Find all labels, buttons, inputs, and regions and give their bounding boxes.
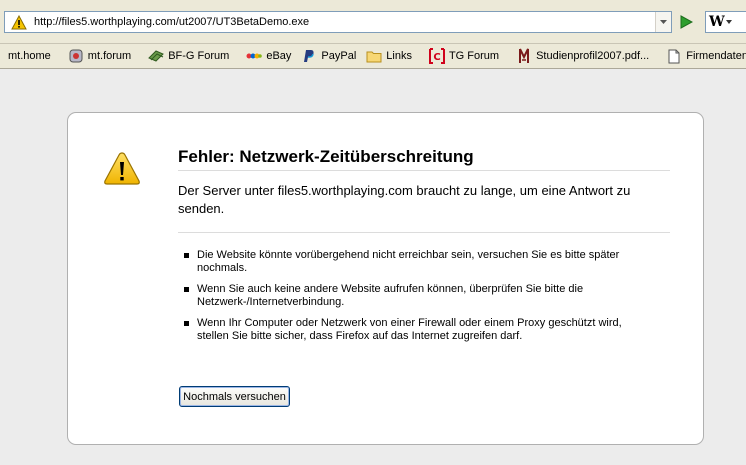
bookmark-mt-forum[interactable]: mt.forum [63, 45, 136, 67]
go-arrow-icon [680, 15, 693, 29]
bookmark-label: eBay [266, 50, 292, 62]
search-input[interactable] [734, 13, 746, 31]
bookmark-studienprofil-pdf[interactable]: Studienprofil2007.pdf... [511, 45, 654, 67]
error-description: Der Server unter files5.worthplaying.com… [178, 182, 670, 233]
bookmark-label: Studienprofil2007.pdf... [536, 50, 650, 62]
warning-icon [9, 12, 29, 32]
bookmark-folder-links[interactable]: Links [361, 45, 417, 67]
tg-icon: C [428, 48, 445, 64]
folder-icon [366, 48, 382, 64]
search-bar[interactable]: W [705, 11, 746, 33]
go-button[interactable] [675, 12, 697, 32]
site-favicon-icon [68, 48, 84, 64]
pdf-icon [516, 48, 532, 64]
search-engine-selector[interactable]: W [709, 14, 732, 30]
bookmark-firmendatenbank[interactable]: Firmendatenbank [661, 45, 746, 67]
bookmark-label: Links [386, 50, 412, 62]
list-item: Wenn Sie auch keine andere Website aufru… [184, 283, 634, 309]
error-page-container: Fehler: Netzwerk-Zeitüberschreitung Der … [67, 112, 704, 445]
bookmark-mt-home[interactable]: mt.home [6, 45, 56, 67]
bookmark-paypal[interactable]: PayPal [296, 45, 361, 67]
url-history-dropdown[interactable] [655, 12, 671, 32]
bookmark-label: PayPal [321, 50, 357, 62]
ebay-icon [246, 48, 263, 64]
url-bar[interactable]: http://files5.worthplaying.com/ut2007/UT… [4, 11, 672, 33]
chevron-down-icon [660, 20, 667, 24]
bookmark-ebay[interactable]: eBay [241, 45, 296, 67]
bookmark-label: mt.home [8, 50, 51, 62]
list-item: Die Website könnte vorübergehend nicht e… [184, 249, 634, 275]
bookmark-label: TG Forum [448, 50, 500, 62]
bookmark-bf-g-forum[interactable]: BF-G Forum [143, 45, 234, 67]
list-item: Wenn Ihr Computer oder Netzwerk von eine… [184, 317, 634, 343]
bookmark-label: Firmendatenbank [686, 50, 746, 62]
error-title: Fehler: Netzwerk-Zeitüberschreitung [178, 147, 670, 171]
retry-button[interactable]: Nochmals versuchen [179, 386, 290, 407]
page-icon [666, 48, 682, 64]
url-text[interactable]: http://files5.worthplaying.com/ut2007/UT… [34, 16, 655, 28]
bookmark-label: BF-G Forum [168, 50, 230, 62]
navigation-toolbar: http://files5.worthplaying.com/ut2007/UT… [0, 0, 746, 44]
bookmark-tg-forum[interactable]: C TG Forum [424, 45, 504, 67]
svg-text:C: C [433, 52, 440, 63]
warning-icon [104, 152, 140, 185]
error-suggestion-list: Die Website könnte vorübergehend nicht e… [184, 249, 634, 351]
chevron-down-icon [725, 20, 732, 24]
money-icon [148, 48, 165, 64]
wikipedia-icon: W [709, 14, 725, 30]
paypal-icon [301, 48, 317, 64]
bookmark-label: mt.forum [87, 50, 132, 62]
bookmarks-toolbar: mt.home mt.forum BF-G Forum eBay PayPal … [0, 44, 746, 69]
